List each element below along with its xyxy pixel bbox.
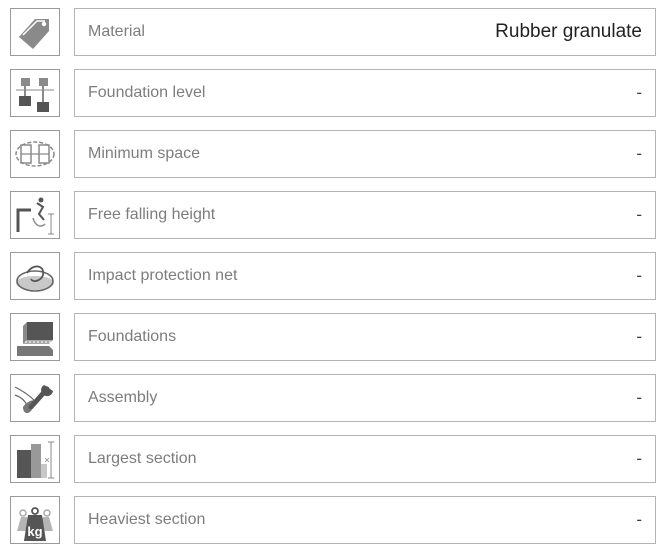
heaviest-section-label: Heaviest section (88, 511, 206, 528)
foundation-level-icon (10, 69, 60, 117)
spec-row-heaviest-section: kg Heaviest section - (0, 495, 660, 545)
impact-protection-net-field: Impact protection net - (74, 252, 656, 300)
largest-section-field: Largest section - (74, 435, 656, 483)
spec-row-impact-protection-net: Impact protection net - (0, 251, 660, 301)
foundation-level-label: Foundation level (88, 84, 206, 101)
minimum-space-field: Minimum space - (74, 130, 656, 178)
heaviest-section-value: - (636, 510, 642, 529)
minimum-space-label: Minimum space (88, 145, 201, 162)
spec-row-free-falling-height: Free falling height - (0, 190, 660, 240)
material-field: Material Rubber granulate (74, 8, 656, 56)
foundation-block-icon (10, 313, 60, 361)
svg-text:kg: kg (27, 524, 42, 539)
price-tag-icon (10, 8, 60, 56)
wrench-hand-icon (10, 374, 60, 422)
spec-row-material: Material Rubber granulate (0, 7, 660, 57)
assembly-value: - (636, 388, 642, 407)
heaviest-section-field: Heaviest section - (74, 496, 656, 544)
largest-section-value: - (636, 449, 642, 468)
material-value: Rubber granulate (495, 21, 642, 42)
section-size-icon (10, 435, 60, 483)
foundation-level-field: Foundation level - (74, 69, 656, 117)
largest-section-label: Largest section (88, 450, 197, 467)
foundations-value: - (636, 327, 642, 346)
foundation-level-value: - (636, 83, 642, 102)
spec-list: Material Rubber granulate Foundation lev… (0, 0, 660, 545)
minimum-space-icon (10, 130, 60, 178)
assembly-label: Assembly (88, 389, 158, 406)
free-fall-icon (10, 191, 60, 239)
free-falling-height-field: Free falling height - (74, 191, 656, 239)
net-icon (10, 252, 60, 300)
spec-row-foundations: Foundations - (0, 312, 660, 362)
foundations-field: Foundations - (74, 313, 656, 361)
minimum-space-value: - (636, 144, 642, 163)
spec-row-minimum-space: Minimum space - (0, 129, 660, 179)
foundations-label: Foundations (88, 328, 177, 345)
spec-row-foundation-level: Foundation level - (0, 68, 660, 118)
free-falling-height-value: - (636, 205, 642, 224)
free-falling-height-label: Free falling height (88, 206, 216, 223)
impact-protection-net-label: Impact protection net (88, 267, 238, 284)
spec-row-largest-section: Largest section - (0, 434, 660, 484)
material-label: Material (88, 23, 145, 40)
assembly-field: Assembly - (74, 374, 656, 422)
weight-kg-icon: kg (10, 496, 60, 544)
impact-protection-net-value: - (636, 266, 642, 285)
spec-row-assembly: Assembly - (0, 373, 660, 423)
